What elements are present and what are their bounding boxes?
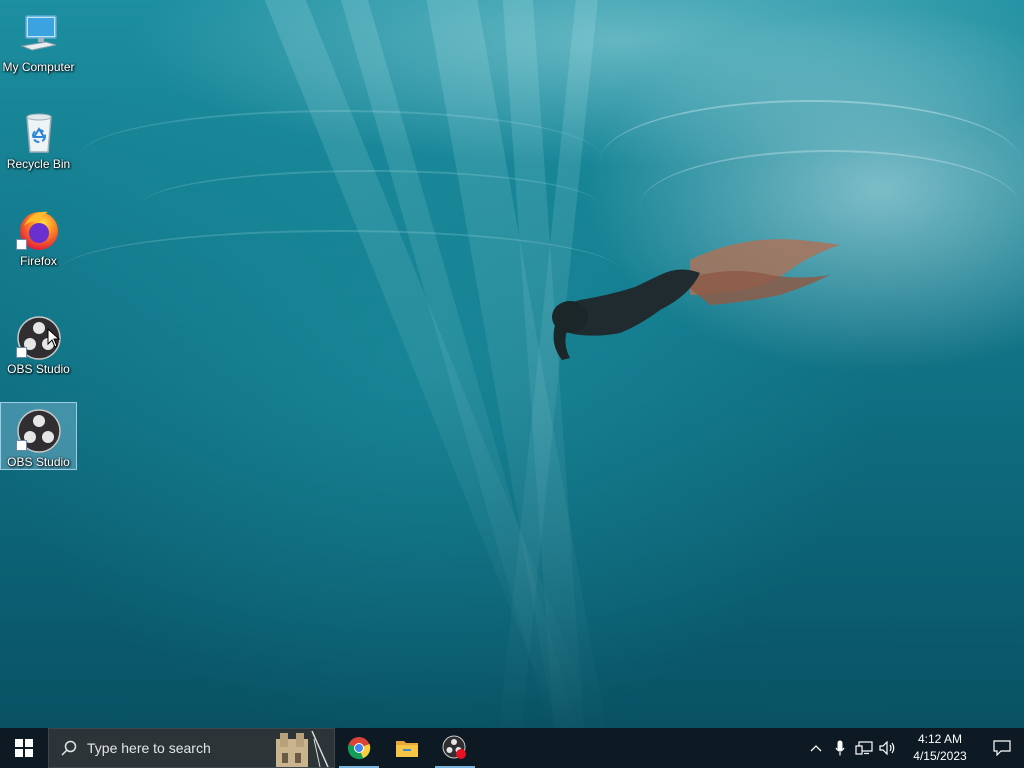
search-box[interactable]: Type here to search (48, 728, 335, 768)
obs-studio-icon (15, 407, 62, 453)
desktop-icon-obs-studio[interactable]: OBS Studio (0, 310, 77, 378)
taskbar: Type here to search 4:12 AM 4/15/2023 (0, 728, 1024, 768)
taskbar-chrome-button[interactable] (335, 728, 383, 768)
obs-studio-icon (442, 735, 466, 759)
desktop-icon-obs-studio-selected[interactable]: OBS Studio (0, 402, 77, 470)
action-center-button[interactable] (980, 728, 1024, 768)
notification-icon (993, 740, 1011, 756)
desktop-icon-label: Recycle Bin (6, 157, 71, 171)
mouse-cursor-icon (47, 328, 61, 348)
search-highlight-image (262, 729, 334, 767)
windows-logo-icon (15, 739, 33, 757)
taskbar-clock[interactable]: 4:12 AM 4/15/2023 (900, 728, 980, 768)
search-placeholder: Type here to search (87, 740, 211, 756)
desktop-icon-label: OBS Studio (7, 362, 70, 376)
search-icon (61, 740, 77, 756)
chevron-up-icon (810, 745, 822, 752)
shortcut-arrow-icon (15, 440, 27, 451)
volume-tray-button[interactable] (876, 728, 900, 768)
folder-icon (396, 741, 418, 757)
taskbar-file-explorer-button[interactable] (383, 728, 431, 768)
microphone-icon (835, 740, 845, 756)
desktop-icon-firefox[interactable]: Firefox (0, 202, 77, 270)
clock-time: 4:12 AM (917, 732, 963, 746)
shortcut-arrow-icon (15, 347, 27, 358)
firefox-icon (15, 206, 62, 252)
shortcut-arrow-icon (15, 239, 27, 250)
speaker-icon (879, 741, 895, 755)
network-tray-button[interactable] (852, 728, 876, 768)
clock-date: 4/15/2023 (913, 749, 967, 763)
chrome-icon (347, 737, 371, 760)
show-hidden-icons-button[interactable] (804, 728, 828, 768)
system-tray: 4:12 AM 4/15/2023 (804, 728, 1024, 768)
desktop-icon-recycle-bin[interactable]: Recycle Bin (0, 105, 77, 173)
desktop-icon-label: My Computer (2, 60, 75, 74)
desktop-icon-label: OBS Studio (7, 455, 70, 469)
desktop-icon-my-computer[interactable]: My Computer (0, 8, 77, 76)
water-ripple (60, 230, 620, 312)
taskbar-obs-studio-button[interactable] (431, 728, 479, 768)
network-icon (855, 741, 873, 755)
desktop-background[interactable]: My Computer Recycle Bin Firefox OBS Stud… (0, 0, 1024, 768)
recycle-bin-icon (16, 109, 62, 155)
start-button[interactable] (0, 728, 48, 768)
computer-icon (16, 12, 62, 58)
diver-silhouette (552, 239, 840, 360)
desktop-icon-label: Firefox (20, 254, 57, 268)
microphone-tray-button[interactable] (828, 728, 852, 768)
